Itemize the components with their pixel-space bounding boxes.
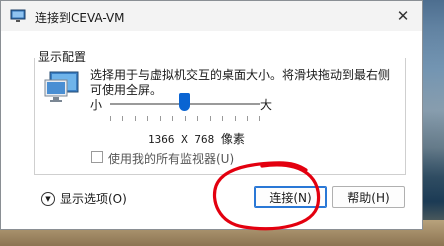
resolution-readout: 1366 X 768 像素 (148, 130, 245, 147)
vm-connect-icon (10, 9, 26, 22)
connect-button[interactable]: 连接(N) (254, 186, 327, 208)
show-options-label: 显示选项(O) (60, 192, 127, 206)
display-description: 选择用于与虚拟机交互的桌面大小。将滑块拖动到最右侧可使用全屏。 (90, 68, 391, 97)
all-monitors-label[interactable]: 使用我的所有监视器(U) (108, 150, 234, 167)
help-label: 帮助(H) (347, 190, 390, 205)
window-title: 连接到CEVA-VM (35, 11, 125, 25)
monitor-icon (44, 71, 79, 102)
chevron-down-icon: ▼ (41, 191, 55, 206)
display-config-legend: 显示配置 (36, 48, 89, 65)
all-monitors-checkbox[interactable] (91, 151, 103, 163)
show-options-button[interactable]: ▼ 显示选项(O) (41, 190, 127, 207)
help-button[interactable]: 帮助(H) (332, 186, 405, 208)
resolution-slider-thumb[interactable] (179, 93, 190, 111)
resolution-unit: 像素 (220, 132, 245, 146)
resolution-value: 1366 X 768 (148, 133, 215, 146)
slider-max-label: 大 (260, 98, 273, 112)
title-bar[interactable]: 连接到CEVA-VM ✕ (1, 1, 422, 31)
slider-min-label: 小 (90, 98, 103, 112)
close-icon: ✕ (396, 7, 410, 25)
connect-label: 连接(N) (269, 190, 312, 205)
close-button[interactable]: ✕ (386, 3, 420, 29)
slider-ticks (110, 116, 260, 121)
